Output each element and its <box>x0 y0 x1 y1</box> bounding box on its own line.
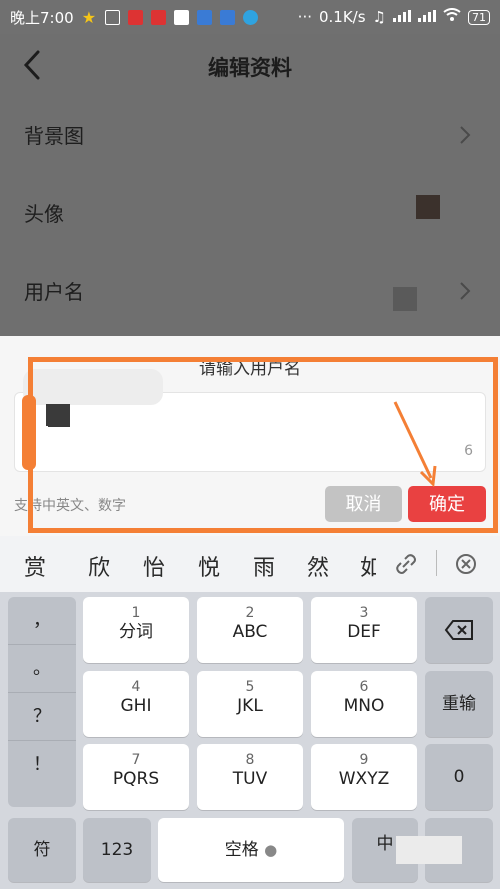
key-8[interactable]: 8 TUV <box>197 744 303 810</box>
number-key[interactable]: 123 <box>83 818 151 882</box>
watermark-blur <box>396 836 462 864</box>
zero-key[interactable]: 0 <box>425 744 493 810</box>
video-play-icon <box>173 9 189 25</box>
key-number: 1 <box>131 605 141 621</box>
wifi-app-icon-2 <box>219 9 235 25</box>
candidate-item[interactable]: 怡 <box>143 550 165 582</box>
arrow-annotation-icon <box>393 401 437 488</box>
candidate-item[interactable]: 悦 <box>198 550 220 582</box>
news-app-icon <box>127 9 143 25</box>
calendar-icon <box>104 9 120 25</box>
key-letters: WXYZ <box>338 769 390 789</box>
backspace-icon <box>444 620 473 640</box>
close-circle-icon[interactable] <box>455 553 477 575</box>
punct-key[interactable]: ！ <box>8 741 76 789</box>
key-9[interactable]: 9 WXYZ <box>311 744 417 810</box>
reinput-key[interactable]: 重输 <box>425 671 493 737</box>
key-5[interactable]: 5 JKL <box>197 671 303 737</box>
key-number: 5 <box>245 679 255 695</box>
key-number: 4 <box>131 679 141 695</box>
row-username[interactable]: 用户名 <box>0 252 500 330</box>
row-label: 头像 <box>24 202 64 226</box>
punctuation-panel: ， 。 ？ ！ <box>8 597 76 807</box>
avatar <box>416 195 440 219</box>
candidate-item[interactable]: 然 <box>307 550 329 582</box>
row-avatar[interactable]: 头像 <box>0 174 500 252</box>
wifi-icon <box>443 8 461 26</box>
page-title: 编辑资料 <box>208 56 292 80</box>
symbol-key[interactable]: 符 <box>8 818 76 882</box>
key-letters: ABC <box>232 622 268 642</box>
row-background-image[interactable]: 背景图 <box>0 96 500 174</box>
key-1[interactable]: 1 分词 <box>83 597 189 663</box>
key-number: 6 <box>359 679 369 695</box>
link-icon[interactable] <box>394 552 418 576</box>
punct-key[interactable]: ， <box>8 597 76 645</box>
punct-key[interactable]: ？ <box>8 693 76 741</box>
browser-icon <box>242 9 258 25</box>
more-icon: ··· <box>297 8 312 26</box>
news-app-icon-2 <box>150 9 166 25</box>
key-letters: MNO <box>343 696 385 716</box>
signal-icon-2 <box>418 8 436 26</box>
status-time: 晚上7:00 <box>10 8 74 27</box>
space-label: 空格 <box>224 840 259 860</box>
key-letters: PQRS <box>112 769 160 789</box>
key-letters: GHI <box>120 696 152 716</box>
star-icon: ★ <box>81 7 97 27</box>
key-4[interactable]: 4 GHI <box>83 671 189 737</box>
wifi-app-icon <box>196 9 212 25</box>
row-label: 用户名 <box>24 280 84 304</box>
key-number: 9 <box>359 752 369 768</box>
candidate-item[interactable]: 雨 <box>253 550 275 582</box>
battery-icon: 71 <box>468 9 490 25</box>
headphones-icon: ♫ <box>372 8 386 26</box>
space-key[interactable]: 空格 ● <box>158 818 344 882</box>
key-number: 3 <box>359 605 369 621</box>
candidate-item[interactable]: 如 <box>360 550 376 582</box>
key-7[interactable]: 7 PQRS <box>83 744 189 810</box>
punct-key[interactable]: 。 <box>8 645 76 693</box>
key-letters: 分词 <box>119 622 153 642</box>
network-speed: 0.1K/s <box>318 8 366 26</box>
candidate-item[interactable]: 赏 <box>24 550 46 582</box>
candidate-item[interactable]: 欣 <box>88 550 110 582</box>
key-letters: JKL <box>237 696 263 716</box>
status-bar: 晚上7:00 ★ ··· 0.1K/s ♫ 71 <box>0 0 500 34</box>
microphone-icon: ● <box>264 841 278 859</box>
key-2[interactable]: 2 ABC <box>197 597 303 663</box>
page-header: 编辑资料 <box>0 34 500 96</box>
key-letters: TUV <box>232 769 268 789</box>
chevron-right-icon <box>460 126 471 144</box>
backspace-key[interactable] <box>425 597 493 663</box>
key-number: 8 <box>245 752 255 768</box>
candidate-bar: 赏 欣 怡 悦 雨 然 如 <box>0 536 500 592</box>
key-number: 7 <box>131 752 141 768</box>
row-label: 背景图 <box>24 124 84 148</box>
key-6[interactable]: 6 MNO <box>311 671 417 737</box>
chevron-right-icon <box>460 282 471 300</box>
signal-icon <box>393 8 411 26</box>
username-thumb <box>393 287 417 311</box>
key-letters: DEF <box>347 622 381 642</box>
key-number: 2 <box>245 605 255 621</box>
key-3[interactable]: 3 DEF <box>311 597 417 663</box>
divider <box>436 550 437 576</box>
